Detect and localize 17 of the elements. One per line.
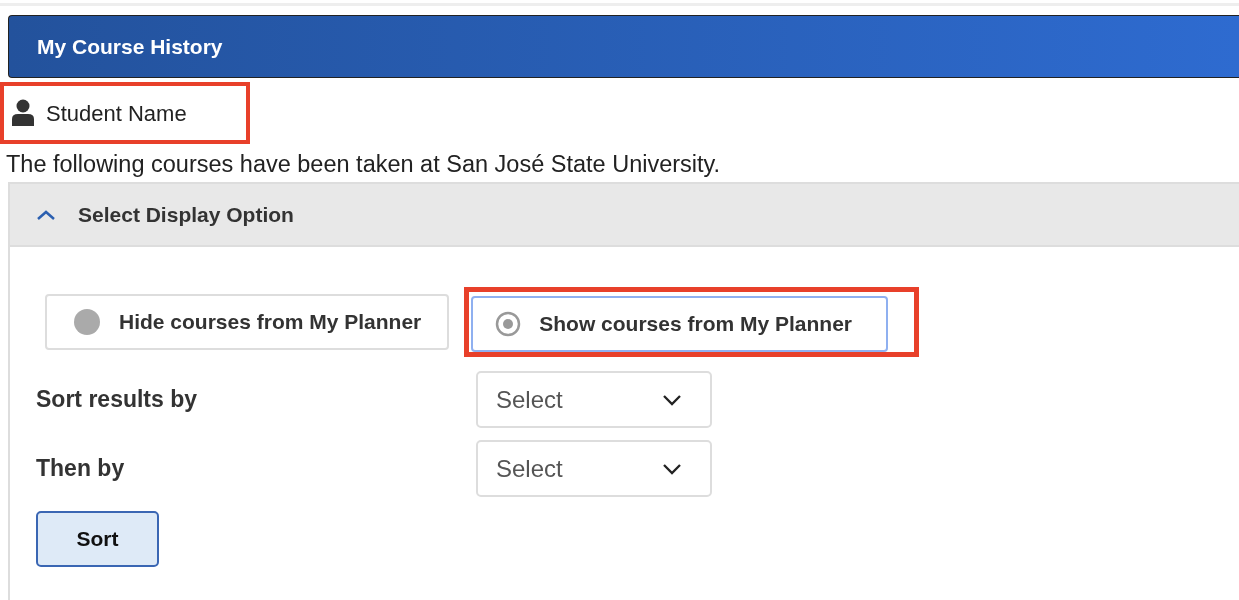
radio-icon bbox=[73, 308, 101, 337]
field-label: Then by bbox=[36, 454, 126, 484]
sort-button[interactable]: Sort bbox=[36, 511, 159, 568]
person-icon bbox=[12, 99, 34, 127]
radio-option[interactable]: Show courses from My Planner bbox=[471, 296, 888, 353]
field-label: Sort results by bbox=[36, 385, 199, 415]
select-field[interactable]: Select bbox=[476, 440, 712, 498]
radio-icon bbox=[495, 311, 522, 338]
intro-text: The following courses have been taken at San José State University. bbox=[6, 150, 722, 179]
radio-option[interactable]: Hide courses from My Planner bbox=[45, 294, 450, 351]
collapse-header[interactable]: Select Display Option bbox=[10, 184, 1239, 248]
chevron-icon bbox=[36, 208, 56, 221]
student-name: Student Name bbox=[46, 99, 187, 128]
chevron-icon bbox=[662, 462, 682, 475]
page-header: My Course History bbox=[8, 15, 1239, 78]
chevron-icon bbox=[662, 393, 682, 406]
select-field[interactable]: Select bbox=[476, 371, 712, 429]
